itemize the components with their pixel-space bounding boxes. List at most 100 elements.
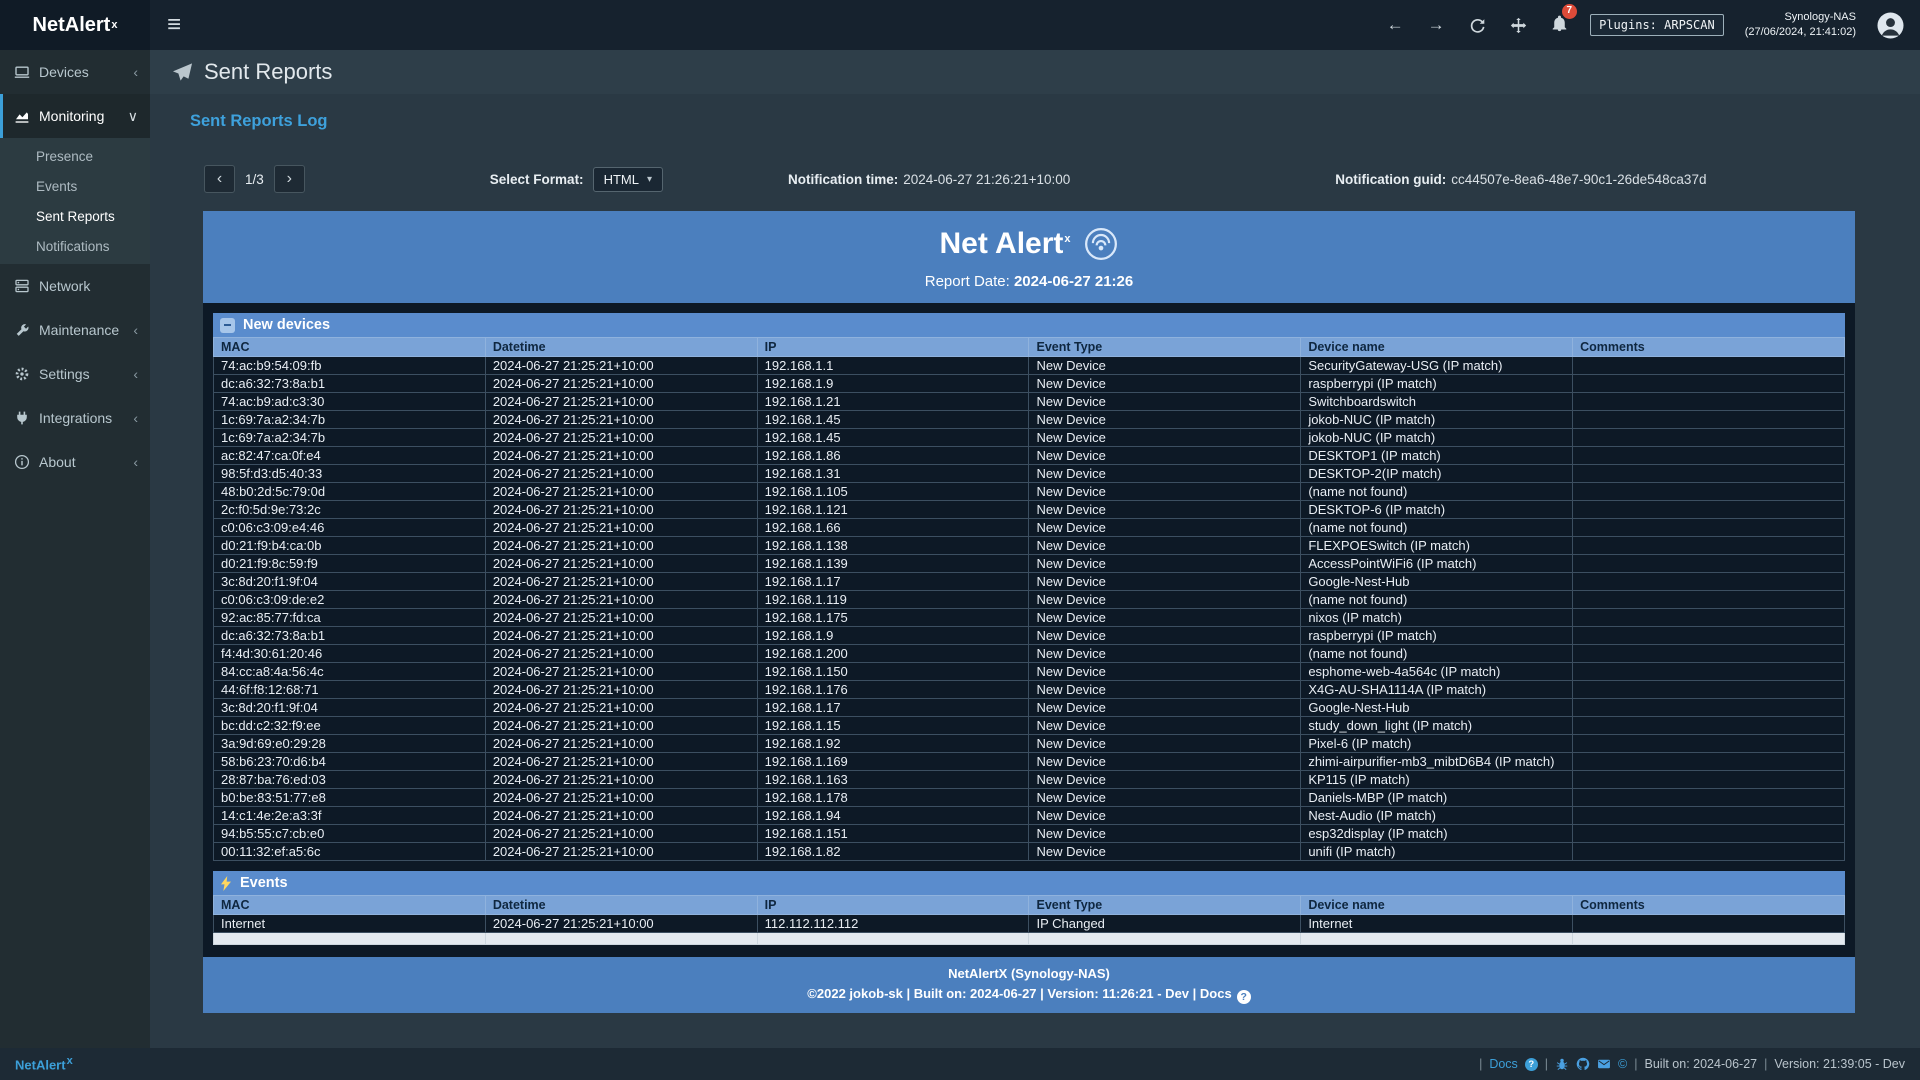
sidebar-item-events[interactable]: Events [0, 171, 150, 201]
cell-event-type: New Device [1029, 537, 1301, 555]
email-icon[interactable] [1597, 1057, 1611, 1071]
cell-mac[interactable]: 74:ac:b9:ad:c3:30 [214, 393, 486, 411]
cell-mac[interactable]: d0:21:f9:8c:59:f9 [214, 555, 486, 573]
github-icon[interactable] [1576, 1057, 1590, 1071]
notification-guid: Notification guid:cc44507e-8ea6-48e7-90c… [1335, 172, 1706, 187]
cell-event-type: New Device [1029, 789, 1301, 807]
sidebar-item-devices[interactable]: Devices ‹ [0, 50, 150, 94]
footer-brand[interactable]: NetAlertx [15, 1055, 73, 1072]
host-timestamp: (27/06/2024, 21:41:02) [1745, 25, 1856, 40]
cell-mac[interactable]: 48:b0:2d:5c:79:0d [214, 483, 486, 501]
cell-comments [1573, 699, 1845, 717]
cell-event-type: New Device [1029, 555, 1301, 573]
hamburger-icon: ≡ [167, 11, 181, 39]
cell-mac[interactable]: 3a:9d:69:e0:29:28 [214, 735, 486, 753]
copyright-icon[interactable]: © [1618, 1057, 1627, 1071]
app-logo[interactable]: NetAlertx [0, 0, 150, 50]
cell-ip: 192.168.1.9 [757, 375, 1029, 393]
cell-comments [1573, 501, 1845, 519]
report-table-row: bc:dd:c2:32:f9:ee2024-06-27 21:25:21+10:… [214, 717, 1845, 735]
sidebar-item-integrations[interactable]: Integrations ‹ [0, 396, 150, 440]
sidebar-item-sent-reports[interactable]: Sent Reports [0, 201, 150, 231]
cell-mac[interactable]: 2c:f0:5d:9e:73:2c [214, 501, 486, 519]
cell-event-type [1029, 933, 1301, 945]
cell-mac[interactable]: c0:06:c3:09:e4:46 [214, 519, 486, 537]
refresh-icon[interactable] [1467, 15, 1487, 35]
sidebar-item-monitoring[interactable]: Monitoring ∨ [0, 94, 150, 138]
cell-comments [1573, 465, 1845, 483]
chart-icon [14, 108, 30, 124]
sidebar-item-notifications[interactable]: Notifications [0, 231, 150, 261]
cell-mac[interactable]: b0:be:83:51:77:e8 [214, 789, 486, 807]
cell-comments [1573, 411, 1845, 429]
nav-forward-icon[interactable]: → [1426, 15, 1446, 35]
sent-reports-log-link[interactable]: Sent Reports Log [190, 112, 328, 131]
cell-mac[interactable]: bc:dd:c2:32:f9:ee [214, 717, 486, 735]
cell-mac[interactable]: 3c:8d:20:f1:9f:04 [214, 573, 486, 591]
sidebar-item-presence[interactable]: Presence [0, 141, 150, 171]
cell-datetime: 2024-06-27 21:25:21+10:00 [485, 483, 757, 501]
cell-comments [1573, 681, 1845, 699]
sidebar-toggle-button[interactable]: ≡ [150, 0, 198, 50]
format-select[interactable]: HTML ▾ [593, 167, 663, 192]
sidebar-item-settings[interactable]: Settings ‹ [0, 352, 150, 396]
cell-mac[interactable]: 92:ac:85:77:fd:ca [214, 609, 486, 627]
cell-ip: 192.168.1.105 [757, 483, 1029, 501]
move-panes-icon[interactable] [1508, 15, 1528, 35]
cell-mac[interactable]: 74:ac:b9:54:09:fb [214, 357, 486, 375]
next-page-button[interactable]: › [274, 165, 305, 193]
nav-back-icon[interactable]: ← [1385, 15, 1405, 35]
cell-datetime: 2024-06-27 21:25:21+10:00 [485, 465, 757, 483]
docs-help-icon[interactable]: ? [1237, 990, 1251, 1004]
column-header: Datetime [485, 896, 757, 915]
sidebar-item-label: Monitoring [39, 108, 104, 124]
prev-page-button[interactable]: ‹ [204, 165, 235, 193]
sidebar-item-network[interactable]: Network [0, 264, 150, 308]
cell-device-name: DESKTOP1 (IP match) [1301, 447, 1573, 465]
footer-docs-link[interactable]: Docs [1489, 1057, 1517, 1071]
cell-event-type: New Device [1029, 573, 1301, 591]
page-title: Sent Reports [204, 59, 332, 85]
cell-mac[interactable]: 94:b5:55:c7:cb:e0 [214, 825, 486, 843]
cell-comments [1573, 717, 1845, 735]
report-table-row: Internet2024-06-27 21:25:21+10:00112.112… [214, 915, 1845, 933]
cell-mac[interactable]: c0:06:c3:09:de:e2 [214, 591, 486, 609]
sidebar-item-maintenance[interactable]: Maintenance ‹ [0, 308, 150, 352]
cell-event-type: New Device [1029, 429, 1301, 447]
format-selected-value: HTML [604, 172, 639, 187]
cell-mac[interactable]: d0:21:f9:b4:ca:0b [214, 537, 486, 555]
user-avatar[interactable] [1877, 12, 1904, 39]
new-devices-table: MACDatetimeIPEvent TypeDevice nameCommen… [213, 337, 1845, 861]
sidebar-item-about[interactable]: About ‹ [0, 440, 150, 484]
report-table-row: 74:ac:b9:ad:c3:302024-06-27 21:25:21+10:… [214, 393, 1845, 411]
cell-mac[interactable]: dc:a6:32:73:8a:b1 [214, 627, 486, 645]
cell-device-name [1301, 933, 1573, 945]
cell-mac[interactable]: dc:a6:32:73:8a:b1 [214, 375, 486, 393]
cell-mac[interactable]: 1c:69:7a:a2:34:7b [214, 429, 486, 447]
bug-report-icon[interactable] [1555, 1057, 1569, 1071]
separator: | [1634, 1057, 1637, 1071]
cell-mac[interactable]: 58:b6:23:70:d6:b4 [214, 753, 486, 771]
cell-mac[interactable]: f4:4d:30:61:20:46 [214, 645, 486, 663]
cell-mac[interactable]: 00:11:32:ef:a5:6c [214, 843, 486, 861]
cell-ip: 192.168.1.169 [757, 753, 1029, 771]
cell-mac[interactable]: 3c:8d:20:f1:9f:04 [214, 699, 486, 717]
cell-ip: 192.168.1.86 [757, 447, 1029, 465]
cell-mac[interactable]: 84:cc:a8:4a:56:4c [214, 663, 486, 681]
docs-question-icon[interactable]: ? [1525, 1058, 1538, 1071]
cell-mac[interactable]: ac:82:47:ca:0f:e4 [214, 447, 486, 465]
report-table-row: 58:b6:23:70:d6:b42024-06-27 21:25:21+10:… [214, 753, 1845, 771]
notifications-bell-button[interactable]: 7 [1549, 13, 1569, 37]
cell-mac[interactable]: 98:5f:d3:d5:40:33 [214, 465, 486, 483]
section-events: Events [213, 871, 1845, 895]
cell-mac[interactable]: 44:6f:f8:12:68:71 [214, 681, 486, 699]
cell-mac[interactable]: 1c:69:7a:a2:34:7b [214, 411, 486, 429]
cell-comments [1573, 771, 1845, 789]
cell-mac[interactable]: 28:87:ba:76:ed:03 [214, 771, 486, 789]
cell-datetime: 2024-06-27 21:25:21+10:00 [485, 771, 757, 789]
cell-device-name: (name not found) [1301, 591, 1573, 609]
cell-event-type: New Device [1029, 843, 1301, 861]
plugins-status-badge[interactable]: Plugins: ARPSCAN [1590, 14, 1724, 36]
cell-mac[interactable]: 14:c1:4e:2e:a3:3f [214, 807, 486, 825]
column-header: Event Type [1029, 896, 1301, 915]
